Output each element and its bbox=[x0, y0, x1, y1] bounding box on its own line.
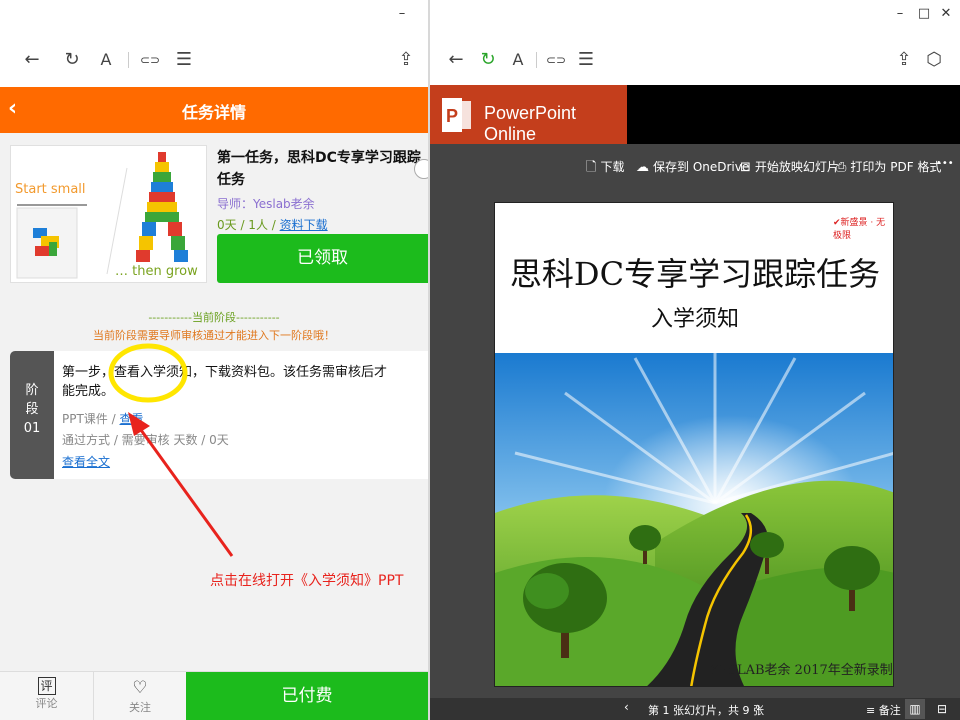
slide-title: 思科DC专享学习跟踪任务 bbox=[509, 255, 881, 293]
powerpoint-command-bar: 🗋 下载 ☁ 保存到 OneDrive ⊟ 开始放映幻灯片 ⎙ 打印为 PDF 格式 •… bbox=[430, 144, 960, 188]
comment-button[interactable]: 评 评论 bbox=[0, 672, 94, 720]
prev-slide-icon[interactable]: ‹ bbox=[624, 700, 629, 714]
paid-button[interactable]: 已付费 bbox=[186, 672, 428, 720]
download-label: 下载 bbox=[600, 160, 625, 174]
powerpoint-logo-letter: P bbox=[446, 106, 458, 126]
powerpoint-brand-name: PowerPoint Online bbox=[484, 103, 577, 144]
screen: – ← ↻ A ⊂⊃ ☰ ⇪ ‹ 任务详情 Start small … then… bbox=[0, 0, 960, 720]
toolbar-divider bbox=[536, 52, 537, 68]
close-button[interactable]: ✕ bbox=[936, 6, 956, 21]
maximize-button[interactable]: □ bbox=[914, 6, 934, 21]
more-options-icon[interactable]: ••• bbox=[936, 158, 954, 169]
reader-mode-icon[interactable]: ☰ bbox=[574, 48, 598, 72]
slide-footer: YESLAB老余 2017年全新录制 bbox=[710, 663, 893, 678]
right-toolbar: ← ↻ A ⊂⊃ ☰ ⇪ ⬡ bbox=[430, 44, 960, 78]
print-pdf-command[interactable]: ⎙ 打印为 PDF 格式 bbox=[836, 158, 941, 175]
powerpoint-status-bar: ‹ 第 1 张幻灯片，共 9 张 › ≡ 备注 ▥ ⊟ bbox=[430, 698, 960, 720]
powerpoint-brand[interactable]: P PowerPoint Online bbox=[430, 85, 627, 144]
left-browser-window: – ← ↻ A ⊂⊃ ☰ ⇪ ‹ 任务详情 Start small … then… bbox=[0, 0, 434, 720]
follow-label: 关注 bbox=[129, 701, 151, 714]
landscape-illustration bbox=[495, 353, 893, 686]
slide-brand-logo: ✔新盛景 · 无极限 bbox=[833, 218, 886, 241]
heart-icon: ♡ bbox=[132, 678, 148, 698]
notes-button[interactable]: ≡ 备注 bbox=[866, 702, 901, 718]
cube-icon[interactable]: ⬡ bbox=[922, 48, 946, 72]
bottom-action-bar: 评 评论 ♡ 关注 已付费 bbox=[0, 671, 428, 720]
follow-button[interactable]: ♡ 关注 bbox=[94, 672, 186, 720]
save-to-onedrive-label: 保存到 OneDrive bbox=[653, 160, 750, 174]
minimize-button[interactable]: – bbox=[890, 6, 910, 21]
slide-subtitle: 入学须知 bbox=[650, 307, 739, 332]
print-pdf-label: 打印为 PDF 格式 bbox=[850, 160, 942, 174]
reading-view-icon[interactable]: ▥ bbox=[905, 699, 925, 719]
download-command[interactable]: 🗋 下载 bbox=[586, 158, 624, 180]
font-size-icon[interactable]: A bbox=[506, 48, 530, 72]
download-icon: 🗋 bbox=[586, 160, 597, 175]
start-slideshow-command[interactable]: ⊟ 开始放映幻灯片 bbox=[740, 158, 839, 175]
start-slideshow-label: 开始放映幻灯片 bbox=[754, 160, 839, 174]
cloud-icon: ☁ bbox=[636, 160, 649, 175]
refresh-icon[interactable]: ↻ bbox=[476, 48, 500, 72]
powerpoint-logo-icon: P bbox=[442, 98, 471, 132]
slide-pager: 第 1 张幻灯片，共 9 张 bbox=[648, 704, 764, 717]
next-slide-icon[interactable]: › bbox=[756, 700, 761, 714]
right-browser-window: – □ ✕ ← ↻ A ⊂⊃ ☰ ⇪ ⬡ P PowerPoint Online bbox=[430, 0, 960, 720]
save-to-onedrive-command[interactable]: ☁ 保存到 OneDrive bbox=[636, 158, 749, 175]
slideshow-view-icon[interactable]: ⊟ bbox=[932, 699, 952, 719]
comment-label: 评论 bbox=[35, 697, 58, 710]
right-title-bar: – □ ✕ bbox=[430, 0, 960, 30]
back-arrow-icon[interactable]: ← bbox=[444, 48, 468, 72]
link-icon[interactable]: ⊂⊃ bbox=[544, 48, 568, 72]
slide[interactable]: ✔新盛景 · 无极限 思科DC专享学习跟踪任务 入学须知 YESLAB老余 20… bbox=[494, 202, 894, 687]
printer-icon: ⎙ bbox=[836, 160, 847, 175]
slideshow-icon: ⊟ bbox=[740, 160, 751, 175]
comment-icon: 评 bbox=[37, 677, 56, 695]
slide-canvas: ✔新盛景 · 无极限 思科DC专享学习跟踪任务 入学须知 YESLAB老余 20… bbox=[430, 188, 960, 698]
annotation-overlay bbox=[108, 343, 234, 557]
powerpoint-header: P PowerPoint Online bbox=[430, 85, 960, 144]
annotation-callout: 点击在线打开《入学须知》PPT bbox=[210, 573, 404, 589]
share-icon[interactable]: ⇪ bbox=[892, 48, 916, 72]
